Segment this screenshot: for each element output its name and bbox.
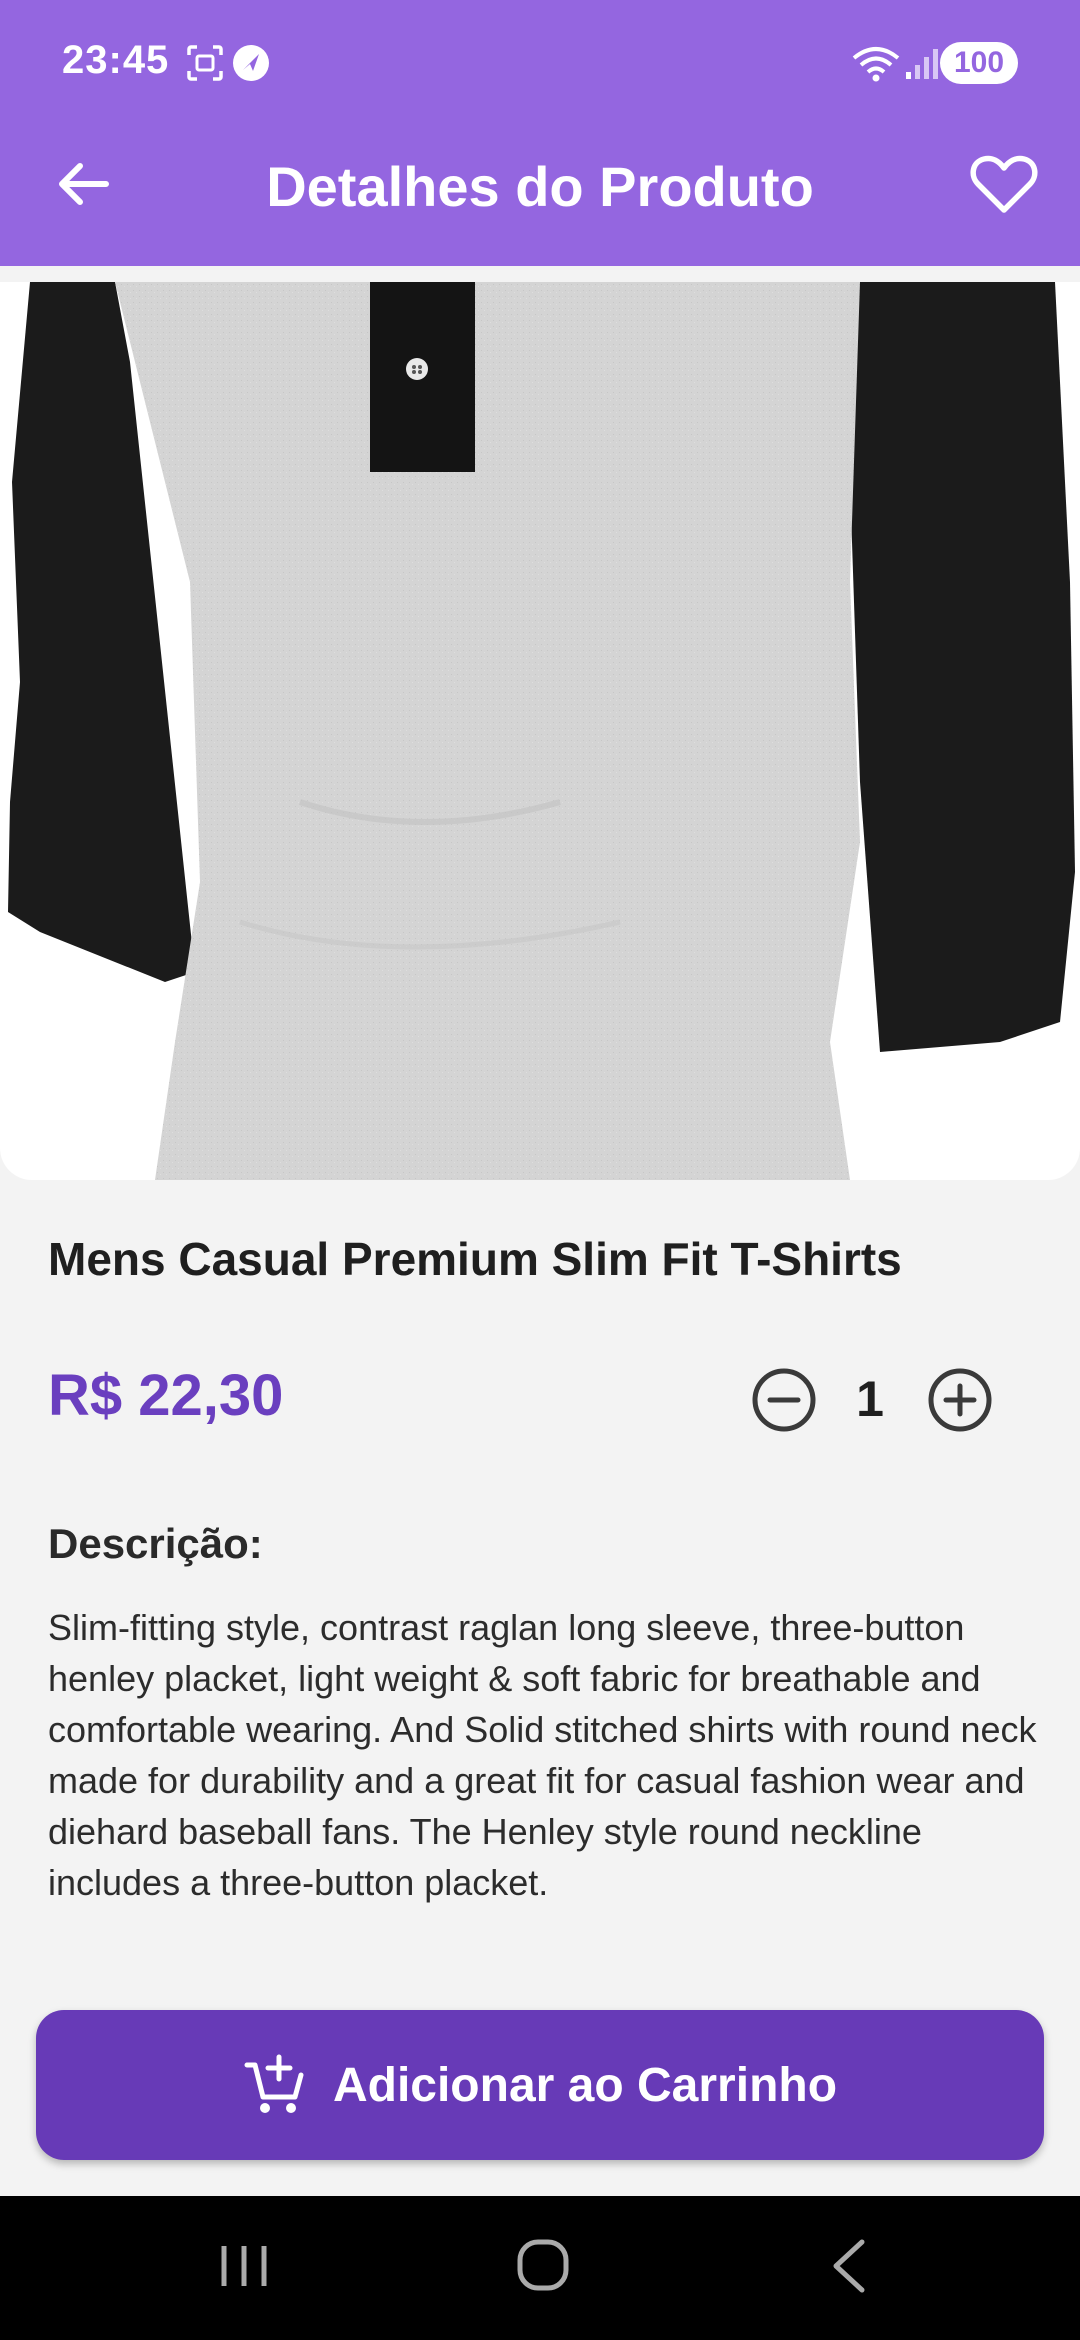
add-to-cart-button[interactable]: Adicionar ao Carrinho [36,2010,1044,2160]
screenshot-icon [187,45,223,81]
quantity-value: 1 [856,1371,884,1427]
minus-circle-icon[interactable] [750,1366,818,1434]
add-cart-icon [244,2054,304,2113]
description-heading: Descrição: [48,1520,263,1567]
page-title: Detalhes do Produto [266,155,814,218]
plus-circle-icon[interactable] [926,1366,994,1434]
product-name: Mens Casual Premium Slim Fit T-Shirts [48,1233,902,1285]
location-icon [233,45,269,81]
system-navigation-bar [0,2196,1080,2340]
heart-outline-icon[interactable] [968,148,1040,220]
status-bar: 23:45 100 [0,0,1080,130]
product-price: R$ 22,30 [48,1363,284,1428]
signal-icon [906,49,938,79]
back-icon[interactable] [822,2236,882,2296]
wifi-icon [852,47,900,82]
home-icon[interactable] [514,2236,574,2296]
recents-icon[interactable] [214,2236,274,2296]
product-image [0,282,1080,1180]
app-bar: Detalhes do Produto [0,130,1080,266]
status-time: 23:45 [62,38,170,82]
battery-indicator: 100 [940,42,1018,84]
add-to-cart-label: Adicionar ao Carrinho [332,2058,838,2112]
description-text: Slim-fitting style, contrast raglan long… [48,1607,1037,1903]
